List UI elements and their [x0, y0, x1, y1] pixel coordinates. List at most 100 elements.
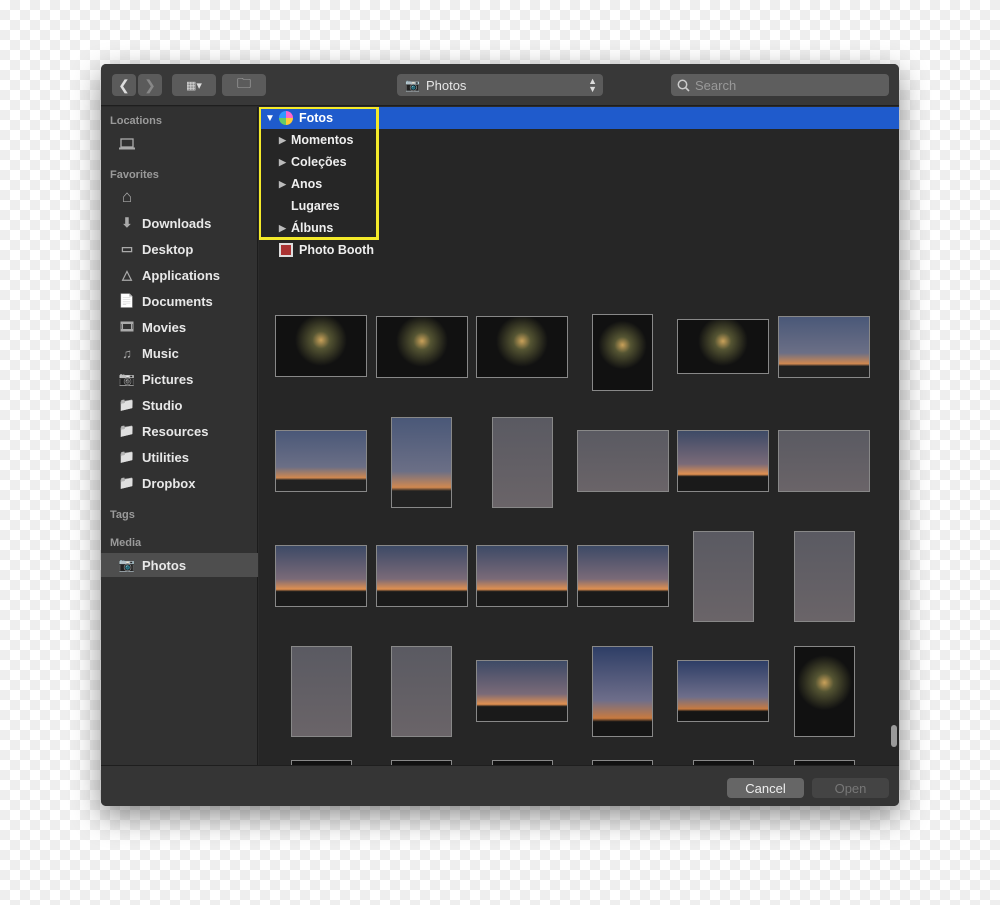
folder-icon: 📁 [118, 449, 136, 464]
photo-thumbnail[interactable] [391, 646, 453, 737]
sidebar-item-pictures[interactable]: 📷 Pictures [101, 367, 258, 391]
sidebar-item-label: Downloads [142, 215, 212, 231]
chevron-left-icon: ❮ [118, 76, 130, 93]
photo-thumbnail[interactable] [491, 417, 553, 508]
sidebar-item-music[interactable]: ♫ Music [101, 341, 258, 365]
photo-thumbnail[interactable] [476, 660, 569, 722]
photo-thumbnail[interactable] [677, 319, 770, 374]
section-tags: Tags [110, 509, 135, 521]
section-media: Media [110, 537, 142, 549]
photo-thumbnail[interactable] [793, 531, 855, 622]
photo-thumbnail[interactable] [275, 315, 367, 377]
disclosure-open-icon[interactable]: ▼ [265, 113, 277, 124]
film-icon: 🎞 [118, 319, 136, 334]
section-locations: Locations [110, 115, 162, 127]
toolbar: ❮ ❯ ▦▾ 🗀 📷 Photos ▲ ▼ Search [101, 64, 899, 106]
camera-icon: 📷 [118, 371, 136, 386]
disclosure-closed-icon[interactable]: ▶ [279, 179, 291, 190]
tree-item-0[interactable]: ▶ Momentos [259, 129, 899, 151]
sidebar-item-label: Pictures [142, 371, 194, 387]
tree-label: Photo Booth [299, 243, 374, 257]
chevron-right-icon: ❯ [144, 76, 156, 93]
tree-item-2[interactable]: ▶ Anos [259, 173, 899, 195]
tree-label: Lugares [291, 199, 340, 213]
cancel-button[interactable]: Cancel [727, 778, 804, 798]
photos-app-icon [279, 111, 293, 125]
new-folder-icon: 🗀 [237, 75, 251, 91]
back-button[interactable]: ❮ [112, 74, 136, 96]
tree-item-photo-booth[interactable]: Photo Booth [259, 239, 899, 261]
sidebar-item-applications[interactable]: △ Applications [101, 263, 258, 287]
sidebar: Locations Favorites ⌂ ⬇ Downloads ▭ Desktop… [101, 107, 258, 765]
desktop-icon: ▭ [120, 241, 134, 256]
sidebar-item-downloads[interactable]: ⬇ Downloads [101, 211, 258, 235]
photo-thumbnail[interactable] [476, 545, 569, 607]
sidebar-item-photos[interactable]: 📷 Photos [101, 553, 258, 577]
tree-label: Fotos [299, 111, 334, 125]
photo-thumbnail[interactable] [778, 430, 870, 492]
tree-item-3[interactable]: Lugares [259, 195, 899, 217]
photo-thumbnail[interactable] [275, 430, 367, 492]
sidebar-item-home[interactable]: ⌂ [101, 185, 258, 209]
sidebar-item-label: Utilities [142, 449, 189, 465]
disclosure-closed-icon[interactable]: ▶ [279, 135, 291, 146]
photo-thumbnail[interactable] [290, 646, 352, 737]
photo-thumbnail[interactable] [576, 430, 669, 492]
sidebar-item-dropbox[interactable]: 📁 Dropbox [101, 471, 258, 495]
tree-item-4[interactable]: ▶ Álbuns [259, 217, 899, 239]
photo-thumbnail[interactable] [592, 314, 654, 391]
location-label: Photos [425, 77, 467, 93]
sidebar-item-utilities[interactable]: 📁 Utilities [101, 445, 258, 469]
tree-label: Anos [291, 177, 323, 191]
photo-thumbnail[interactable] [778, 316, 870, 378]
photo-thumbnail[interactable] [375, 545, 468, 607]
disclosure-closed-icon[interactable]: ▶ [279, 157, 291, 168]
sidebar-item-desktop[interactable]: ▭ Desktop [101, 237, 258, 261]
photo-booth-icon [279, 243, 293, 257]
sidebar-item-label: Movies [142, 319, 187, 335]
sidebar-item-studio[interactable]: 📁 Studio [101, 393, 258, 417]
open-button[interactable]: Open [812, 778, 889, 798]
folder-icon: 📁 [118, 475, 136, 490]
sidebar-item-movies[interactable]: 🎞 Movies [101, 315, 258, 339]
forward-button[interactable]: ❯ [138, 74, 162, 96]
sidebar-item-resources[interactable]: 📁 Resources [101, 419, 258, 443]
tree-item-1[interactable]: ▶ Coleções [259, 151, 899, 173]
scrollbar[interactable] [891, 725, 897, 747]
sidebar-item-laptop[interactable] [101, 132, 258, 156]
camera-icon: 📷 [405, 78, 420, 92]
search-icon [677, 79, 690, 92]
folder-icon: 📁 [118, 423, 136, 438]
photo-thumbnail[interactable] [692, 531, 754, 622]
download-icon: ⬇ [121, 215, 133, 230]
footer: Cancel Open [101, 765, 899, 806]
sidebar-item-documents[interactable]: 📄 Documents [101, 289, 258, 313]
photo-thumbnail[interactable] [391, 417, 453, 508]
new-folder-button[interactable]: 🗀 [222, 74, 266, 96]
camera-icon: 📷 [118, 557, 136, 572]
location-popup[interactable]: 📷 Photos ▲ ▼ [397, 74, 603, 96]
photo-thumbnail[interactable] [375, 316, 468, 378]
sidebar-item-label: Music [142, 345, 179, 361]
sidebar-item-label: Photos [142, 557, 187, 573]
disclosure-closed-icon[interactable]: ▶ [279, 223, 291, 234]
search-placeholder: Search [695, 77, 737, 93]
search-field[interactable]: Search [671, 74, 889, 96]
view-mode-button[interactable]: ▦▾ [172, 74, 216, 96]
photo-thumbnail[interactable] [476, 316, 569, 378]
home-icon: ⌂ [121, 187, 133, 206]
photo-thumbnail[interactable] [677, 660, 770, 722]
tree-item-fotos[interactable]: ▼ Fotos [259, 107, 899, 129]
section-favorites: Favorites [110, 169, 159, 181]
photo-thumbnail[interactable] [677, 430, 770, 492]
photo-thumbnail[interactable] [275, 545, 367, 607]
folder-icon: 📁 [118, 397, 136, 412]
applications-icon: △ [122, 267, 132, 282]
photo-thumbnail[interactable] [793, 646, 855, 737]
sidebar-item-label: Studio [142, 397, 183, 413]
photo-thumbnail[interactable] [576, 545, 669, 607]
tree-label: Coleções [291, 155, 347, 169]
photo-grid [259, 292, 899, 765]
photo-thumbnail[interactable] [592, 646, 654, 737]
music-icon: ♫ [122, 345, 132, 361]
